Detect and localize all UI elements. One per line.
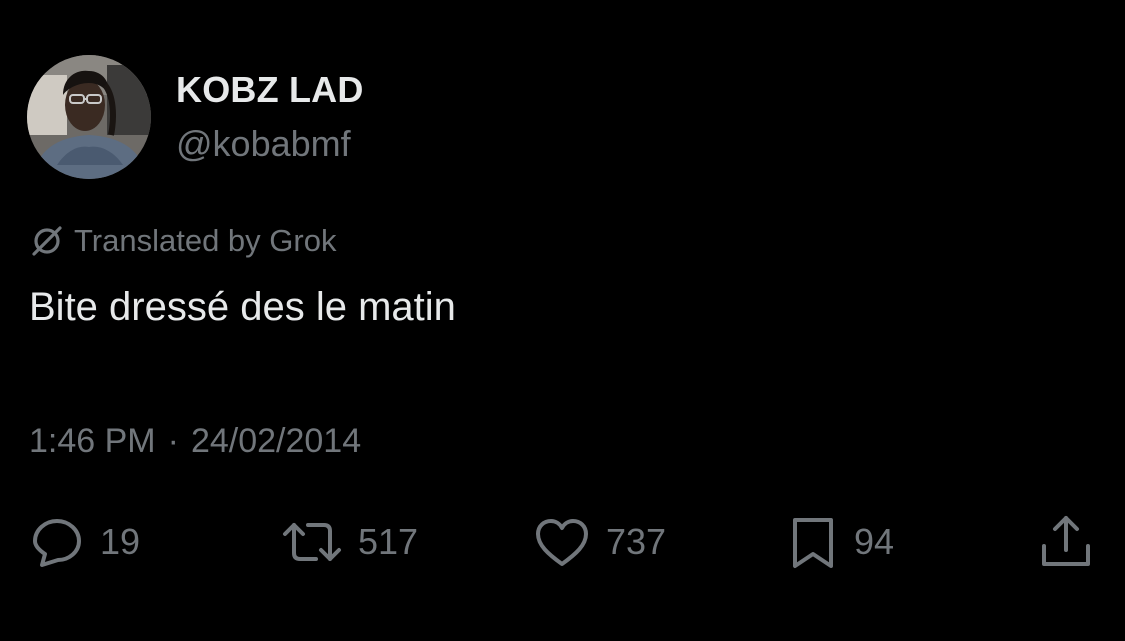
action-bar: 19 517 737 94 (0, 510, 1125, 574)
reply-button[interactable]: 19 (28, 510, 140, 574)
tweet-card: KOBZ LAD @kobabmf Translated by Grok Bit… (0, 0, 1125, 641)
reply-count: 19 (100, 521, 141, 562)
heart-icon (532, 514, 592, 570)
avatar-image (27, 55, 151, 179)
share-icon (1036, 512, 1096, 572)
bookmark-button[interactable]: 94 (786, 510, 894, 574)
share-button[interactable] (1036, 510, 1096, 574)
tweet-timestamp[interactable]: 1:46 PM · 24/02/2014 (29, 422, 361, 461)
grok-icon (30, 224, 64, 258)
retweet-count: 517 (358, 521, 419, 562)
tweet-time: 1:46 PM (29, 422, 156, 460)
translated-by-grok[interactable]: Translated by Grok (30, 222, 336, 260)
translated-label: Translated by Grok (74, 223, 337, 258)
bookmark-icon (786, 513, 840, 571)
tweet-date: 24/02/2014 (190, 422, 362, 460)
like-button[interactable]: 737 (532, 510, 666, 574)
meta-separator: · (167, 422, 179, 460)
display-name[interactable]: KOBZ LAD (176, 69, 364, 111)
bookmark-count: 94 (854, 521, 895, 562)
retweet-button[interactable]: 517 (280, 510, 418, 574)
avatar[interactable] (27, 55, 151, 179)
retweet-icon (280, 513, 344, 571)
user-handle[interactable]: @kobabmf (176, 123, 351, 165)
reply-icon (28, 513, 86, 571)
tweet-text: Bite dressé des le matin (29, 285, 456, 329)
like-count: 737 (606, 521, 667, 562)
